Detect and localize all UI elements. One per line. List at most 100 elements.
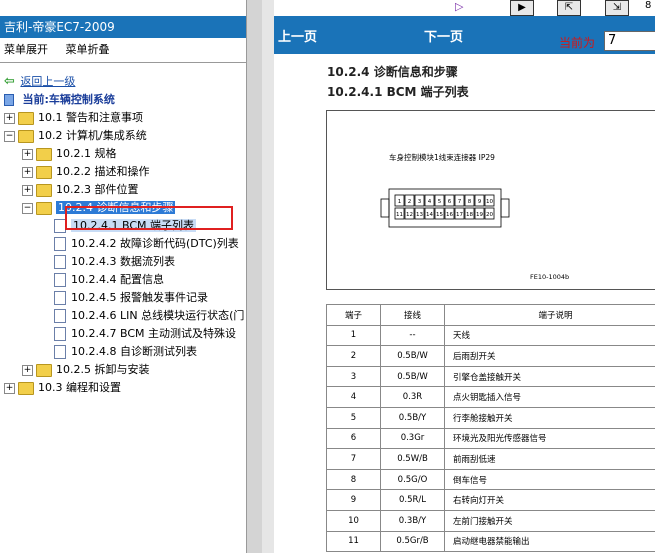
tree-item-10-2-2[interactable]: +10.2.2 描述和操作 <box>22 163 149 181</box>
tree-item-10-2-4-2[interactable]: 10.2.4.2 故障诊断代码(DTC)列表 <box>54 235 239 253</box>
wire-cell: 0.5W/B <box>380 448 445 470</box>
section-heading: 10.2.4 诊断信息和步骤 <box>327 65 458 79</box>
navigation-pane: 吉利-帝豪EC7-2009 菜单展开 菜单折叠 ⇦ 返回上一级 当前:车辆控制系… <box>0 16 246 553</box>
collapse-minus-icon[interactable]: − <box>4 130 15 142</box>
tree-item-label: 10.2.4.2 故障诊断代码(DTC)列表 <box>71 237 239 250</box>
page-icon <box>54 309 66 323</box>
table-row: 7 0.5W/B 前雨刮低速 <box>326 448 655 470</box>
connector-pin-label: 15 <box>436 212 443 218</box>
toolbar-button-3[interactable]: ⇲ <box>605 0 629 16</box>
expand-plus-icon[interactable]: + <box>22 148 33 160</box>
description-cell: 后雨刮开关 <box>444 345 655 367</box>
wire-cell: 0.5B/W <box>380 345 445 367</box>
wire-cell: 0.3R <box>380 386 445 408</box>
terminal-cell: 1 <box>326 324 381 347</box>
connector-pin-label: 14 <box>426 212 433 218</box>
tree-item-10-2[interactable]: − 10.2 计算机/集成系统 <box>4 127 147 145</box>
wire-cell: 0.5B/W <box>380 365 445 388</box>
expand-plus-icon[interactable]: + <box>22 364 33 376</box>
tree-item-10-2-4-6[interactable]: 10.2.4.6 LIN 总线模块运行状态(门 <box>54 307 244 325</box>
tree-item-10-2-4-3[interactable]: 10.2.4.3 数据流列表 <box>54 253 175 271</box>
connector-pin-label: 20 <box>486 212 493 218</box>
terminal-cell: 2 <box>326 345 381 367</box>
menu-collapse-button[interactable]: 菜单折叠 <box>66 43 110 56</box>
table-row: 9 0.5R/L 右转向灯开关 <box>326 489 655 511</box>
tree-item-10-2-1[interactable]: +10.2.1 规格 <box>22 145 116 163</box>
connector-pin-label: 13 <box>416 212 423 218</box>
connector-pin-label: 1 <box>398 199 402 205</box>
top-toolbar: ▷ ▶ ⇱ ⇲ 8 <box>0 0 655 16</box>
terminal-cell: 9 <box>326 489 381 511</box>
pane-splitter[interactable] <box>262 0 274 553</box>
connector-pin-label: 10 <box>486 199 493 205</box>
terminal-table: 端子 接线 端子说明 1 -- 天线 2 0.5B/W 后雨刮开关 3 0.5B/W 引擎仓盖接… <box>326 304 655 553</box>
tree-item-10-1[interactable]: +10.1 警告和注意事项 <box>4 109 143 127</box>
page-icon <box>54 345 66 359</box>
connector-pin-label: 17 <box>456 212 463 218</box>
connector-pin-label: 3 <box>418 199 422 205</box>
description-cell: 天线 <box>444 324 655 347</box>
expand-plus-icon[interactable]: + <box>22 184 33 196</box>
back-link-row[interactable]: ⇦ 返回上一级 <box>4 73 75 91</box>
table-row: 2 0.5B/W 后雨刮开关 <box>326 345 655 367</box>
menu-expand-button[interactable]: 菜单展开 <box>4 43 48 56</box>
toolbar-button-2[interactable]: ⇱ <box>557 0 581 16</box>
current-page-label: 当前为 <box>559 36 596 50</box>
tree-item-10-2-4-5[interactable]: 10.2.4.5 报警触发事件记录 <box>54 289 208 307</box>
terminal-cell: 11 <box>326 530 381 553</box>
tree-item-10-2-4-4[interactable]: 10.2.4.4 配置信息 <box>54 271 164 289</box>
tree-item-10-3[interactable]: +10.3 编程和设置 <box>4 379 121 397</box>
folder-icon <box>18 381 34 395</box>
tree-item-label: 10.3 编程和设置 <box>38 381 121 394</box>
terminal-cell: 3 <box>326 365 381 388</box>
expand-plus-icon[interactable]: + <box>4 382 15 394</box>
folder-icon <box>36 183 52 197</box>
play-marker-icon: ▷ <box>455 0 464 13</box>
connector-pin-label: 11 <box>396 212 403 218</box>
toolbar-button-1[interactable]: ▶ <box>510 0 534 16</box>
header-description: 端子说明 <box>444 304 655 326</box>
description-cell: 倒车信号 <box>444 468 655 491</box>
terminal-cell: 7 <box>326 448 381 470</box>
wire-cell: 0.5Gr/B <box>380 530 445 553</box>
page-icon <box>54 273 66 287</box>
tree-item-label: 10.2.4.4 配置信息 <box>71 273 164 286</box>
back-link[interactable]: 返回上一级 <box>20 75 75 88</box>
expand-plus-icon[interactable]: + <box>22 166 33 178</box>
expand-plus-icon[interactable]: + <box>4 112 15 124</box>
description-cell: 前雨刮低速 <box>444 448 655 470</box>
collapse-minus-icon[interactable]: − <box>22 202 33 214</box>
wire-cell: 0.5B/Y <box>380 406 445 429</box>
folder-icon <box>36 165 52 179</box>
pane-title: 吉利-帝豪EC7-2009 <box>0 16 246 38</box>
page-icon <box>54 291 66 305</box>
current-location: 当前:车辆控制系统 <box>4 91 115 109</box>
tree-item-label: 10.2.4.7 BCM 主动测试及特殊设 <box>71 327 236 340</box>
next-page-button[interactable]: 下一页 <box>424 26 463 45</box>
menu-toggle-row: 菜单展开 菜单折叠 <box>0 38 246 62</box>
tree-item-10-2-3[interactable]: +10.2.3 部件位置 <box>22 181 138 199</box>
terminal-cell: 6 <box>326 427 381 450</box>
left-pane-scrollbar[interactable] <box>246 0 263 553</box>
prev-page-button[interactable]: 上一页 <box>278 26 317 45</box>
tree-item-10-2-5[interactable]: +10.2.5 拆卸与安装 <box>22 361 149 379</box>
folder-icon <box>18 111 34 125</box>
highlight-box <box>65 206 233 230</box>
subsection-heading: 10.2.4.1 BCM 端子列表 <box>327 85 469 99</box>
divider <box>0 62 246 63</box>
connector-pin-label: 16 <box>446 212 453 218</box>
connector-right-latch <box>500 198 510 218</box>
page-icon <box>54 237 66 251</box>
description-cell: 右转向灯开关 <box>444 489 655 511</box>
tree-item-label: 10.2.4.6 LIN 总线模块运行状态(门 <box>71 309 245 322</box>
folder-open-icon <box>36 201 52 215</box>
tree-item-label: 10.2 计算机/集成系统 <box>38 129 147 142</box>
wire-cell: -- <box>380 324 445 347</box>
current-location-label: 当前:车辆控制系统 <box>22 93 115 106</box>
header-terminal: 端子 <box>326 304 381 326</box>
page-icon <box>54 327 66 341</box>
tree-item-10-2-4-8[interactable]: 10.2.4.8 自诊断测试列表 <box>54 343 197 361</box>
tree-item-label: 10.2.1 规格 <box>56 147 117 160</box>
current-page-input[interactable]: 7 <box>604 31 655 51</box>
tree-item-10-2-4-7[interactable]: 10.2.4.7 BCM 主动测试及特殊设 <box>54 325 236 343</box>
